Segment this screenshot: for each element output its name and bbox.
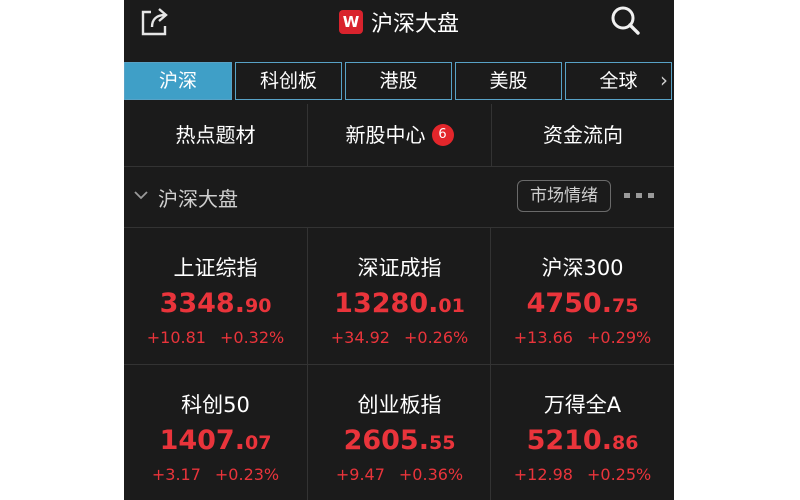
tab-hushen[interactable]: 沪深 <box>124 62 232 100</box>
quick-link-label: 资金流向 <box>543 123 623 147</box>
index-change: +34.92 <box>330 328 390 347</box>
title-group: W 沪深大盘 <box>124 6 674 38</box>
chevron-right-icon[interactable]: › <box>654 62 674 100</box>
index-value-int: 2605. <box>343 425 429 456</box>
index-name: 上证综指 <box>173 256 258 280</box>
index-value-decimal: 90 <box>244 295 272 317</box>
index-change-pct: +0.23% <box>214 465 280 484</box>
index-value: 1407.07 <box>124 425 307 456</box>
tab-star-market[interactable]: 科创板 <box>235 62 342 100</box>
tab-us-stocks[interactable]: 美股 <box>455 62 562 100</box>
index-name: 创业板指 <box>357 393 442 417</box>
index-change: +9.47 <box>335 465 385 484</box>
index-change-row: +9.47 +0.36% <box>308 465 491 484</box>
index-change-pct: +0.32% <box>219 328 285 347</box>
index-card[interactable]: 深证成指 13280.01 +34.92 +0.26% <box>308 228 491 364</box>
index-value-int: 5210. <box>526 425 612 456</box>
index-change: +13.66 <box>513 328 573 347</box>
index-card[interactable]: 创业板指 2605.55 +9.47 +0.36% <box>308 365 491 500</box>
index-value: 2605.55 <box>308 425 491 456</box>
more-dots-icon[interactable] <box>624 193 656 199</box>
divider <box>307 104 308 166</box>
section-header: 沪深大盘 市场情绪 <box>124 168 674 226</box>
divider <box>124 364 674 365</box>
market-tabs: 沪深 科创板 港股 美股 全球 › <box>124 62 674 100</box>
index-value-int: 3348. <box>159 288 245 319</box>
index-change-pct: +0.29% <box>586 328 652 347</box>
index-change-pct: +0.36% <box>398 465 464 484</box>
index-value: 13280.01 <box>308 288 491 319</box>
index-name: 科创50 <box>181 393 250 417</box>
quick-link-label: 热点题材 <box>175 123 256 147</box>
index-card[interactable]: 万得全A 5210.86 +12.98 +0.25% <box>491 365 674 500</box>
quick-links: 热点题材 新股中心 6 资金流向 <box>124 104 674 166</box>
index-value-int: 4750. <box>526 288 612 319</box>
index-change-row: +10.81 +0.32% <box>124 328 307 347</box>
index-value: 5210.86 <box>491 425 674 456</box>
index-value-int: 13280. <box>334 288 439 319</box>
index-name: 深证成指 <box>357 256 442 280</box>
top-bar: W 沪深大盘 <box>124 0 674 44</box>
index-change-row: +13.66 +0.29% <box>491 328 674 347</box>
quick-link-label: 新股中心 <box>345 123 426 147</box>
page-title: 沪深大盘 <box>370 12 459 37</box>
index-value: 3348.90 <box>124 288 307 319</box>
index-value-decimal: 07 <box>244 432 272 454</box>
index-value-decimal: 86 <box>611 432 639 454</box>
tab-hk-stocks[interactable]: 港股 <box>345 62 452 100</box>
index-change: +10.81 <box>146 328 206 347</box>
index-change-row: +34.92 +0.26% <box>308 328 491 347</box>
index-value-decimal: 75 <box>611 295 639 317</box>
index-name: 沪深300 <box>541 256 624 280</box>
market-sentiment-button[interactable]: 市场情绪 <box>517 180 611 212</box>
quick-link-fund-flow[interactable]: 资金流向 <box>492 104 674 166</box>
index-value-decimal: 01 <box>438 295 465 317</box>
chevron-down-icon[interactable] <box>132 186 150 204</box>
quick-link-ipo-center[interactable]: 新股中心 6 <box>308 104 491 166</box>
quick-link-hot-topics[interactable]: 热点题材 <box>124 104 307 166</box>
index-change-row: +3.17 +0.23% <box>124 465 307 484</box>
section-title[interactable]: 沪深大盘 <box>158 183 238 212</box>
search-icon[interactable] <box>609 4 643 38</box>
index-change: +12.98 <box>513 465 573 484</box>
index-change: +3.17 <box>151 465 201 484</box>
divider <box>491 104 492 166</box>
index-value-int: 1407. <box>159 425 245 456</box>
index-change-pct: +0.26% <box>403 328 469 347</box>
index-name: 万得全A <box>543 393 622 417</box>
index-change-pct: +0.25% <box>586 465 652 484</box>
index-card[interactable]: 沪深300 4750.75 +13.66 +0.29% <box>491 228 674 364</box>
divider <box>124 166 674 167</box>
index-change-row: +12.98 +0.25% <box>491 465 674 484</box>
notification-badge: 6 <box>431 124 454 146</box>
app-screen: W 沪深大盘 沪深 科创板 港股 美股 全球 › 热点题材 新股中心 6 资金流向 <box>124 0 674 500</box>
wind-logo-icon: W <box>338 10 363 34</box>
index-value: 4750.75 <box>491 288 674 319</box>
index-value-decimal: 55 <box>428 432 456 454</box>
index-card[interactable]: 上证综指 3348.90 +10.81 +0.32% <box>124 228 307 364</box>
index-card[interactable]: 科创50 1407.07 +3.17 +0.23% <box>124 365 307 500</box>
